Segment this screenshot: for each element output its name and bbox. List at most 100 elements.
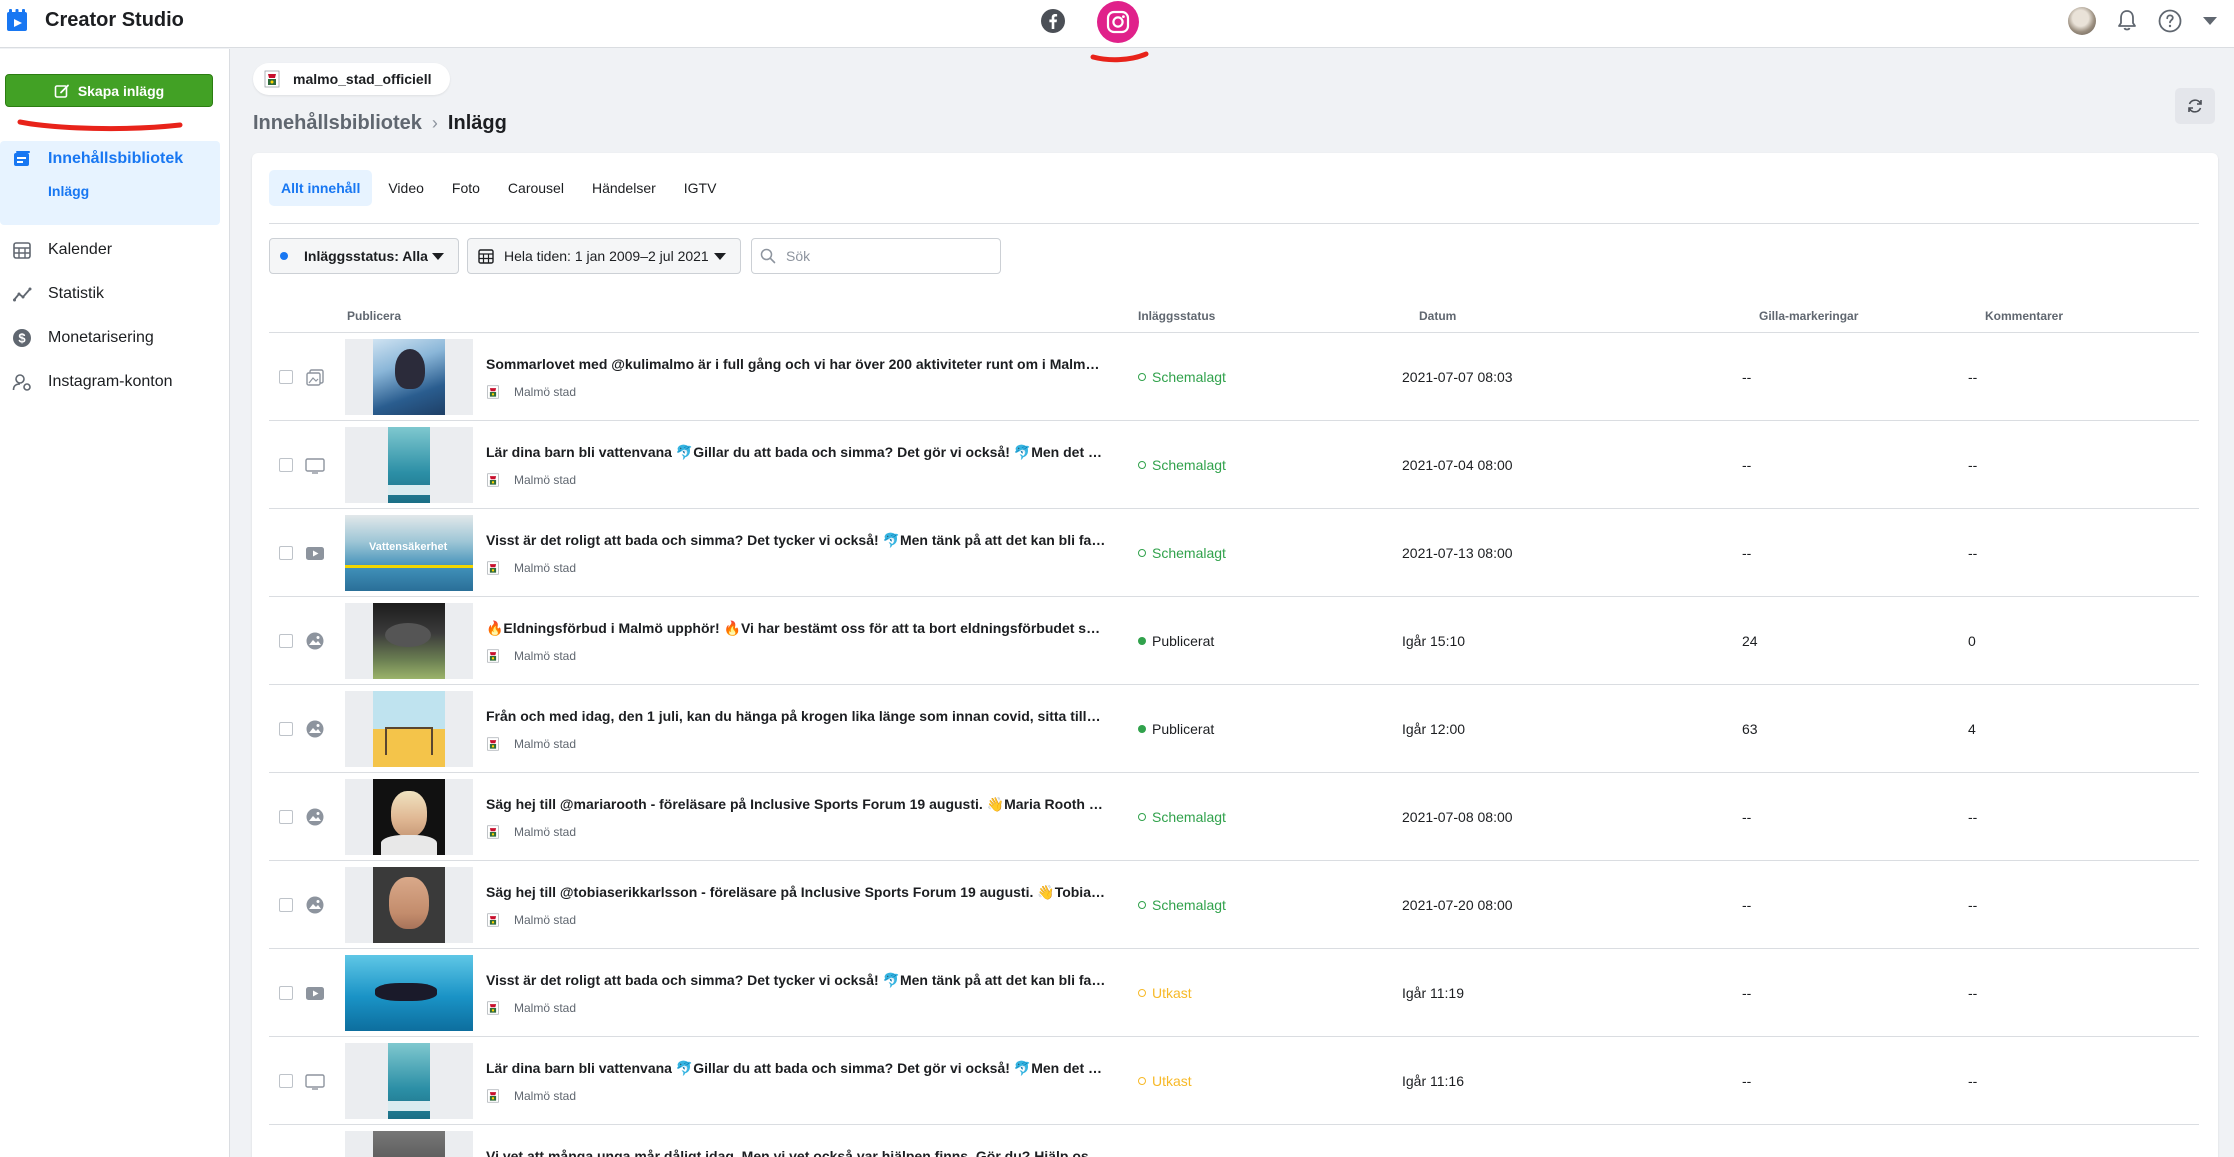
post-title[interactable]: 🔥Eldningsförbud i Malmö upphör! 🔥Vi har … — [486, 620, 1106, 637]
post-thumbnail[interactable] — [345, 1043, 473, 1119]
sidebar-subitem-posts[interactable]: Inlägg — [48, 183, 89, 199]
table-row[interactable]: Vattensäkerhet Visst är det roligt att ba… — [269, 509, 2199, 597]
post-likes: -- — [1742, 809, 1752, 825]
search-icon — [760, 248, 776, 264]
status-badge: Schemalagt — [1138, 897, 1226, 913]
post-title[interactable]: Sommarlovet med @kulimalmo är i full gån… — [486, 356, 1106, 372]
tab-events[interactable]: Händelser — [580, 170, 668, 206]
row-checkbox[interactable] — [279, 634, 293, 648]
thumbnail-text: Vattensäkerhet — [369, 541, 448, 553]
post-author: Malmö stad — [486, 385, 576, 399]
page-title: Inlägg — [447, 112, 507, 134]
tab-carousel[interactable]: Carousel — [496, 170, 576, 206]
column-header-status[interactable]: Inläggsstatus — [1138, 309, 1215, 323]
malmo-crest-icon — [487, 385, 499, 399]
post-thumbnail[interactable]: Vattensäkerhet — [345, 515, 473, 591]
account-selector[interactable]: malmo_stad_officiell — [253, 63, 450, 95]
post-thumbnail[interactable] — [345, 603, 473, 679]
sidebar-item-statistics[interactable]: Statistik — [0, 276, 220, 312]
post-likes: -- — [1742, 985, 1752, 1001]
column-header-likes[interactable]: Gilla-markeringar — [1759, 309, 1858, 323]
post-title[interactable]: Visst är det roligt att bada och simma? … — [486, 532, 1106, 549]
row-checkbox[interactable] — [279, 458, 293, 472]
tab-igtv[interactable]: IGTV — [672, 170, 729, 206]
post-likes: -- — [1742, 369, 1752, 385]
search-input[interactable] — [786, 248, 986, 264]
table-row[interactable]: Vi vet att många unga mår dåligt idag. M… — [269, 1125, 2199, 1157]
table-row[interactable]: Säg hej till @tobiaserikkarlsson - förel… — [269, 861, 2199, 949]
instagram-tab[interactable] — [1097, 1, 1139, 43]
facebook-icon[interactable] — [1040, 8, 1066, 34]
post-author: Malmö stad — [486, 1089, 576, 1103]
post-author-name: Malmö stad — [514, 649, 577, 663]
post-status-filter[interactable]: Inläggsstatus: Alla — [269, 238, 459, 274]
status-dot-icon — [280, 252, 288, 260]
status-label: Publicerat — [1152, 633, 1215, 649]
search-field[interactable] — [751, 238, 1001, 274]
tab-photo[interactable]: Foto — [440, 170, 492, 206]
tab-all-content[interactable]: Allt innehåll — [269, 170, 373, 206]
bell-icon[interactable] — [2114, 8, 2140, 34]
post-title[interactable]: Lär dina barn bli vattenvana 🐬Gillar du … — [486, 444, 1106, 461]
table-row[interactable]: Från och med idag, den 1 juli, kan du hä… — [269, 685, 2199, 773]
post-thumbnail[interactable] — [345, 691, 473, 767]
post-thumbnail[interactable] — [345, 427, 473, 503]
post-thumbnail[interactable] — [345, 1131, 473, 1157]
refresh-button[interactable] — [2175, 88, 2215, 124]
post-comments: -- — [1968, 897, 1978, 913]
row-checkbox[interactable] — [279, 546, 293, 560]
sidebar-item-instagram-accounts[interactable]: Instagram-konton — [0, 364, 220, 400]
tab-video[interactable]: Video — [376, 170, 436, 206]
sidebar-item-content-library[interactable]: Innehållsbibliotek — [0, 141, 220, 177]
row-checkbox[interactable] — [279, 986, 293, 1000]
table-row[interactable]: Säg hej till @mariarooth - föreläsare på… — [269, 773, 2199, 861]
photo-icon — [306, 896, 324, 914]
post-author: Malmö stad — [486, 649, 576, 663]
post-title[interactable]: Säg hej till @mariarooth - föreläsare på… — [486, 796, 1106, 813]
table-row[interactable]: Sommarlovet med @kulimalmo är i full gån… — [269, 333, 2199, 421]
avatar[interactable] — [2068, 7, 2096, 35]
row-checkbox[interactable] — [279, 898, 293, 912]
creator-studio-logo-icon[interactable] — [6, 9, 28, 33]
breadcrumb-parent[interactable]: Innehållsbibliotek — [253, 112, 422, 135]
status-label: Schemalagt — [1152, 457, 1226, 473]
table-row[interactable]: Lär dina barn bli vattenvana 🐬Gillar du … — [269, 421, 2199, 509]
post-title[interactable]: Visst är det roligt att bada och simma? … — [486, 972, 1106, 989]
create-post-button[interactable]: Skapa inlägg — [5, 74, 213, 107]
post-comments: 0 — [1968, 633, 1976, 649]
sidebar-item-monetization[interactable]: $ Monetarisering — [0, 320, 220, 356]
row-checkbox[interactable] — [279, 810, 293, 824]
status-dot-icon — [1138, 813, 1146, 821]
content-type-tabs: Allt innehåll Video Foto Carousel Händel… — [269, 170, 728, 206]
status-label: Schemalagt — [1152, 897, 1226, 913]
post-thumbnail[interactable] — [345, 339, 473, 415]
row-checkbox[interactable] — [279, 1074, 293, 1088]
account-menu-chevron-down-icon[interactable] — [2203, 17, 2217, 25]
column-header-date[interactable]: Datum — [1419, 309, 1456, 323]
row-checkbox[interactable] — [279, 722, 293, 736]
column-header-comments[interactable]: Kommentarer — [1985, 309, 2063, 323]
table-row[interactable]: Lär dina barn bli vattenvana 🐬Gillar du … — [269, 1037, 2199, 1125]
stats-icon — [13, 287, 32, 302]
post-title[interactable]: Lär dina barn bli vattenvana 🐬Gillar du … — [486, 1060, 1106, 1077]
app-title: Creator Studio — [45, 9, 184, 31]
post-date: Igår 12:00 — [1402, 721, 1466, 737]
table-row[interactable]: Visst är det roligt att bada och simma? … — [269, 949, 2199, 1037]
post-thumbnail[interactable] — [345, 779, 473, 855]
status-label: Publicerat — [1152, 721, 1215, 737]
chevron-right-icon: › — [431, 113, 438, 133]
help-icon[interactable] — [2157, 8, 2183, 34]
post-title[interactable]: Från och med idag, den 1 juli, kan du hä… — [486, 708, 1106, 724]
table-row[interactable]: 🔥Eldningsförbud i Malmö upphör! 🔥Vi har … — [269, 597, 2199, 685]
sidebar-item-calendar[interactable]: Kalender — [0, 232, 220, 268]
status-dot-icon — [1138, 461, 1146, 469]
post-title[interactable]: Vi vet att många unga mår dåligt idag. M… — [486, 1148, 1106, 1157]
post-thumbnail[interactable] — [345, 867, 473, 943]
row-checkbox[interactable] — [279, 370, 293, 384]
post-comments: -- — [1968, 1073, 1978, 1089]
post-thumbnail[interactable] — [345, 955, 473, 1031]
date-range-filter[interactable]: Hela tiden: 1 jan 2009–2 jul 2021 — [467, 238, 741, 274]
column-header-publish[interactable]: Publicera — [347, 309, 401, 323]
post-title[interactable]: Säg hej till @tobiaserikkarlsson - förel… — [486, 884, 1106, 901]
status-dot-icon — [1138, 989, 1146, 997]
